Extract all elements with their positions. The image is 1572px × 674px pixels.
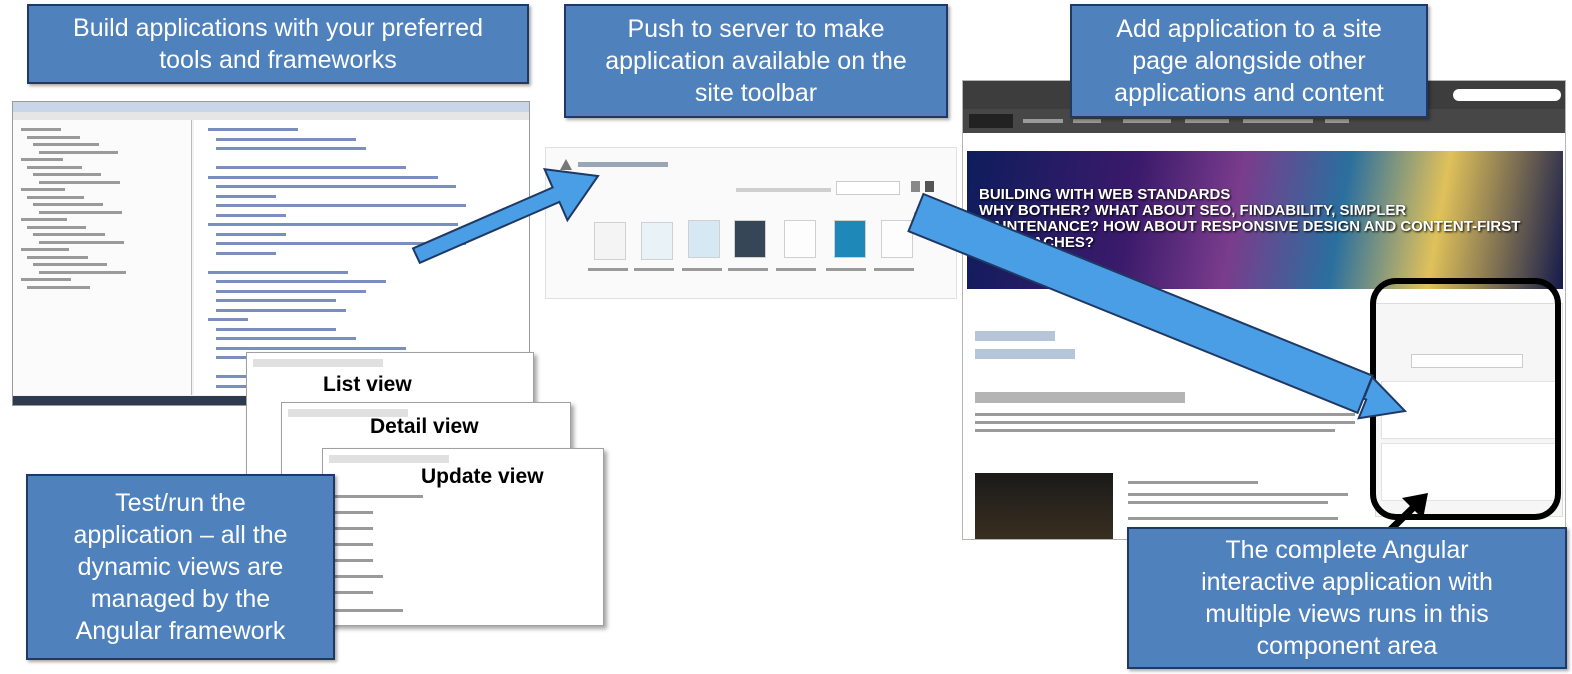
arrow-to-toolbar [411, 167, 600, 265]
arrow-to-site-body [907, 192, 1374, 415]
callout-test: Test/run the application – all the dynamic… [26, 474, 335, 660]
callout-push: Push to server to make application availa… [564, 4, 948, 118]
callout-build: Build applications with your preferred to… [27, 4, 529, 84]
callout-complete: The complete Angular interactive applicat… [1127, 527, 1567, 669]
callout-add: Add application to a site page alongside … [1070, 4, 1428, 118]
